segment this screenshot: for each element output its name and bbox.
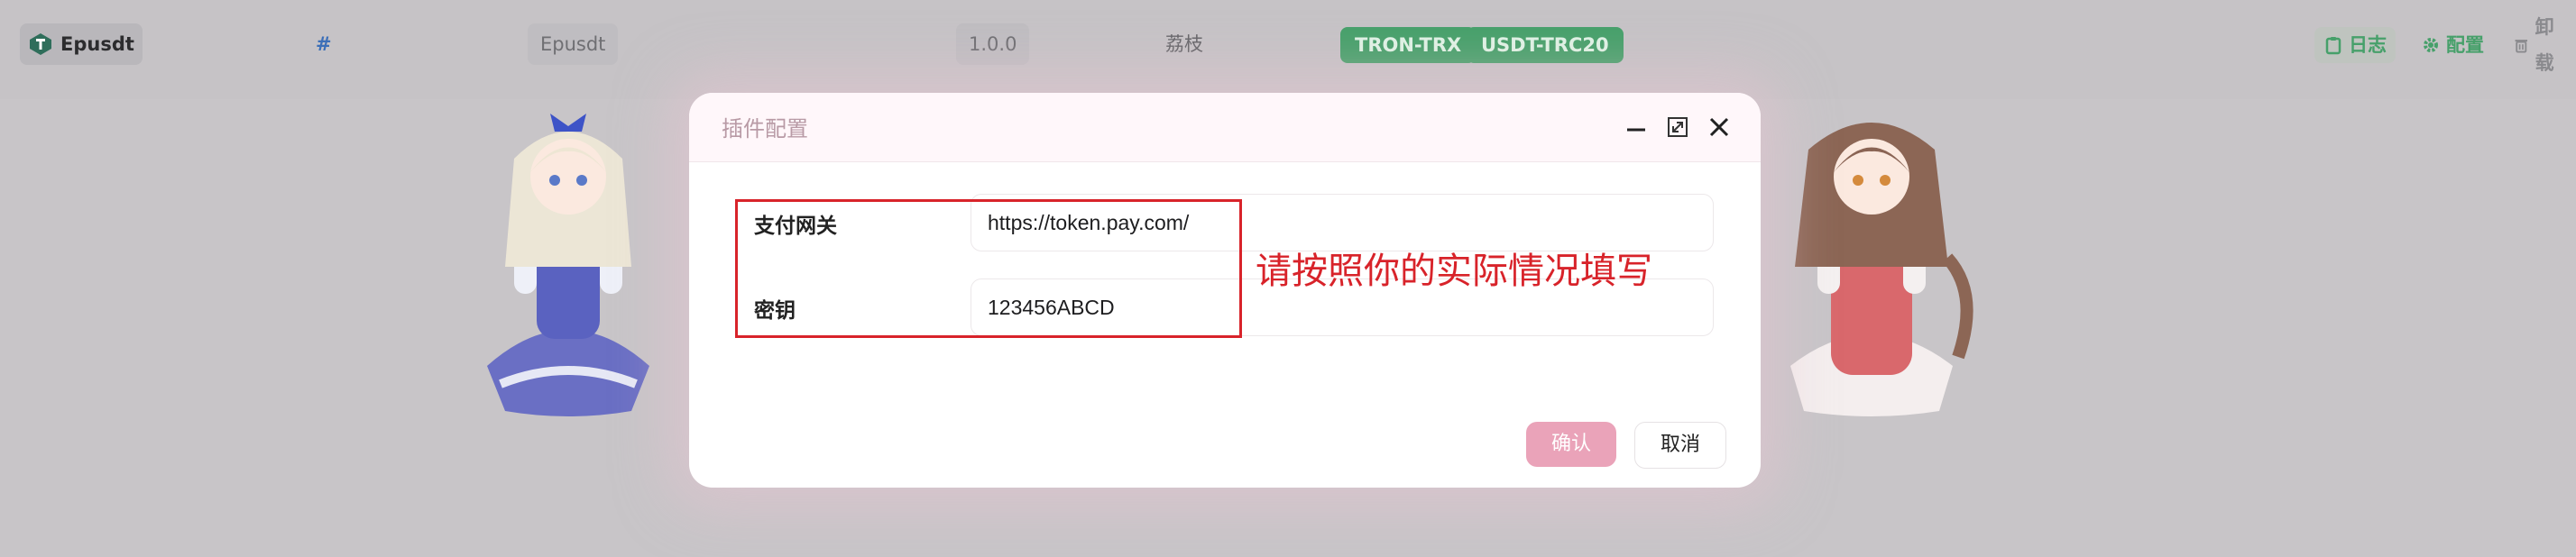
plugin-hash-link[interactable]: # — [316, 23, 334, 65]
plugin-row: Epusdt # Epusdt 1.0.0 荔枝 TRON-TRX USDT-T… — [0, 0, 2576, 99]
close-icon — [1709, 117, 1729, 137]
minimize-icon — [1627, 128, 1645, 132]
dialog-title: 插件配置 — [722, 116, 808, 142]
config-button[interactable]: 配置 — [2412, 27, 2493, 63]
anime-character-blue-illustration — [487, 114, 649, 416]
uninstall-button[interactable]: 卸载 — [2504, 16, 2576, 74]
dialog-header: 插件配置 — [689, 93, 1761, 162]
plugin-name: Epusdt — [60, 33, 134, 55]
uninstall-label: 卸载 — [2535, 16, 2554, 74]
minimize-button[interactable] — [1622, 113, 1651, 142]
plugin-version: 1.0.0 — [956, 23, 1030, 65]
maximize-button[interactable] — [1663, 113, 1692, 142]
log-label: 日志 — [2349, 34, 2387, 56]
gear-icon — [2424, 38, 2438, 52]
confirm-button[interactable]: 确认 — [1526, 422, 1616, 467]
anime-character-red-illustration — [1790, 123, 1973, 416]
clipboard-icon — [2325, 37, 2341, 55]
plugin-title: Epusdt — [528, 23, 619, 65]
epusdt-logo-icon — [30, 33, 52, 55]
tag-usdt-trc20: USDT-TRC20 — [1467, 27, 1624, 63]
plugin-author: 荔枝 — [1165, 33, 1203, 55]
config-label: 配置 — [2446, 34, 2484, 56]
tag-tron-trx: TRON-TRX — [1340, 27, 1477, 63]
annotation-highlight-box — [735, 199, 1242, 338]
trash-icon — [2515, 40, 2528, 53]
cancel-button[interactable]: 取消 — [1634, 422, 1726, 469]
log-button[interactable]: 日志 — [2314, 27, 2396, 63]
annotation-text: 请按照你的实际情况填写 — [1256, 251, 1652, 292]
plugin-name-badge: Epusdt — [20, 23, 143, 65]
close-button[interactable] — [1705, 113, 1734, 142]
maximize-icon — [1668, 117, 1688, 137]
